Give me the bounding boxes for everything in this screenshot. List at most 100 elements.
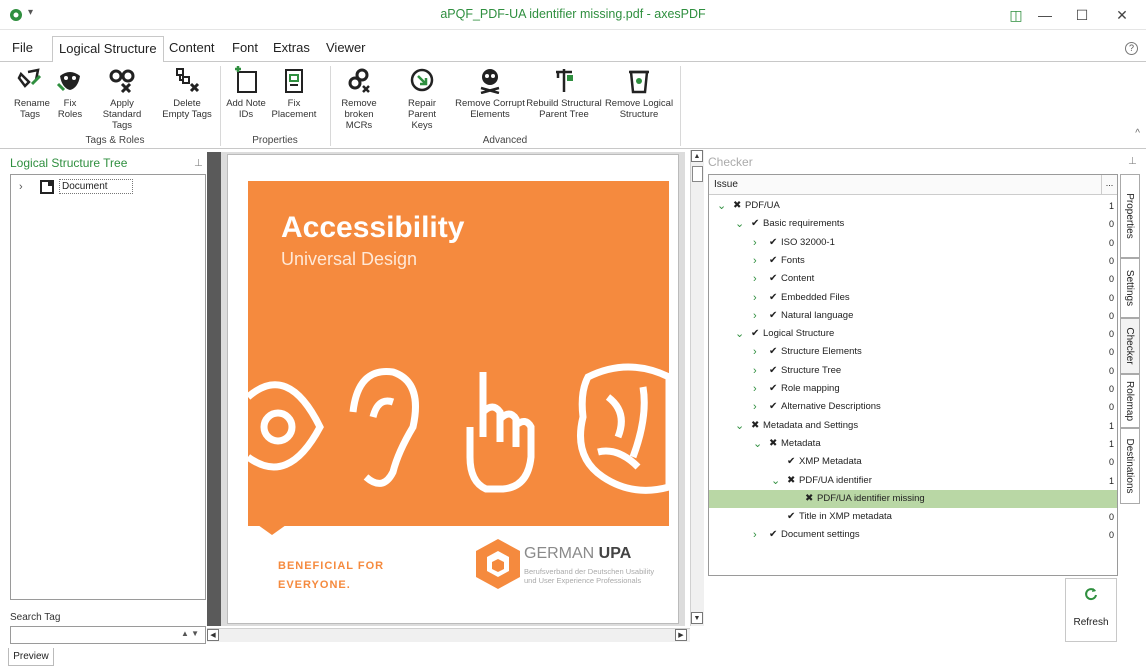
- search-tag-input[interactable]: ▲ ▼: [10, 626, 206, 644]
- chevron-down-icon[interactable]: ⌄: [717, 197, 726, 215]
- pass-check-icon: ✔: [769, 254, 778, 266]
- chevron-right-icon[interactable]: ›: [753, 234, 757, 252]
- chevron-down-icon[interactable]: ⌄: [735, 417, 744, 435]
- checker-row-count: 0: [1108, 457, 1114, 468]
- fail-cross-icon: ✖: [787, 474, 796, 486]
- group-advanced: Advanced: [482, 135, 528, 146]
- tab-content[interactable]: Content: [163, 36, 221, 62]
- maximize-button[interactable]: ☐: [1067, 4, 1097, 26]
- preview-tab[interactable]: Preview: [8, 648, 54, 666]
- checker-row[interactable]: › ✔ Role mapping 0: [709, 380, 1117, 398]
- chevron-right-icon[interactable]: ›: [753, 526, 757, 544]
- collapse-ribbon-button[interactable]: ^: [1135, 128, 1140, 139]
- checker-row[interactable]: ⌄ ✖ Metadata 1: [709, 435, 1117, 453]
- scroll-right-icon[interactable]: ▶: [675, 629, 687, 641]
- org-name: GERMAN UPA: [524, 545, 632, 562]
- checker-row[interactable]: ⌄ ✖ PDF/UA identifier 1: [709, 472, 1117, 490]
- chevron-right-icon[interactable]: ›: [753, 289, 757, 307]
- checker-row[interactable]: ⌄ ✖ Metadata and Settings 1: [709, 417, 1117, 435]
- tab-extras[interactable]: Extras: [267, 36, 316, 62]
- ribbon-display-icon[interactable]: ◫: [1001, 4, 1031, 26]
- pass-check-icon: ✔: [769, 529, 778, 541]
- chevron-right-icon[interactable]: ›: [753, 343, 757, 361]
- fix-placement-button[interactable]: Fix Placement: [270, 66, 318, 120]
- checker-row[interactable]: › ✔ Alternative Descriptions 0: [709, 398, 1117, 416]
- ear-icon: [349, 368, 419, 487]
- checker-row[interactable]: › ✔ Natural language 0: [709, 307, 1117, 325]
- ribbon-separator: [220, 66, 221, 146]
- checker-row[interactable]: › ✔ Content 0: [709, 270, 1117, 288]
- checker-row[interactable]: › ✔ Document settings 0: [709, 526, 1117, 544]
- preview-horizontal-scrollbar[interactable]: ◀ ▶: [207, 628, 690, 642]
- side-tab-checker[interactable]: Checker: [1120, 318, 1140, 374]
- eye-icon: [248, 381, 324, 471]
- checker-row-label: ISO 32000-1: [781, 236, 835, 248]
- column-menu-button[interactable]: ...: [1101, 175, 1117, 194]
- tab-viewer[interactable]: Viewer: [320, 36, 372, 62]
- search-arrows-icon[interactable]: ▲ ▼: [181, 629, 199, 638]
- cover-banner: Accessibility Universal Design: [248, 181, 669, 526]
- scroll-up-icon[interactable]: ▲: [691, 150, 703, 162]
- pass-check-icon: ✔: [769, 273, 778, 285]
- window-title: aPQF_PDF-UA identifier missing.pdf - axe…: [440, 7, 706, 21]
- chevron-right-icon[interactable]: ›: [753, 252, 757, 270]
- issue-column-header[interactable]: Issue ...: [709, 175, 1117, 195]
- checker-row[interactable]: ✖ PDF/UA identifier missing: [709, 489, 1117, 508]
- side-tab-destinations[interactable]: Destinations: [1120, 428, 1140, 504]
- checker-row-count: 1: [1108, 201, 1114, 211]
- rename-tags-button[interactable]: Rename Tags: [14, 66, 50, 120]
- chevron-right-icon[interactable]: ›: [19, 181, 23, 193]
- checker-row[interactable]: › ✔ Fonts 0: [709, 252, 1117, 270]
- add-note-ids-button[interactable]: Add Note IDs: [226, 66, 266, 120]
- help-icon[interactable]: ?: [1125, 42, 1138, 55]
- checker-row-count: 0: [1108, 384, 1114, 394]
- checker-row[interactable]: › ✔ ISO 32000-1 0: [709, 234, 1117, 252]
- side-tab-settings[interactable]: Settings: [1120, 258, 1140, 318]
- remove-logical-structure-button[interactable]: Remove Logical Structure: [604, 66, 674, 120]
- preview-vertical-scrollbar[interactable]: ▲ ▼: [690, 150, 704, 626]
- checker-row[interactable]: ✔ XMP Metadata 0: [709, 453, 1117, 471]
- repair-parent-keys-button[interactable]: Repair Parent Keys: [398, 66, 446, 131]
- refresh-button[interactable]: Refresh: [1065, 578, 1117, 642]
- pin-icon[interactable]: ⊥: [1128, 156, 1137, 167]
- chevron-down-icon[interactable]: ⌄: [771, 472, 780, 490]
- ribbon: Rename Tags Fix Roles Apply Standard Tag…: [0, 61, 1146, 149]
- pin-icon[interactable]: ⊥: [194, 158, 203, 169]
- chevron-right-icon[interactable]: ›: [753, 270, 757, 288]
- pass-check-icon: ✔: [769, 236, 778, 248]
- checker-row-count: 1: [1108, 420, 1114, 431]
- chevron-down-icon[interactable]: ⌄: [735, 215, 744, 233]
- chevron-right-icon[interactable]: ›: [753, 380, 757, 398]
- checker-row[interactable]: ⌄ ✔ Logical Structure 0: [709, 325, 1117, 343]
- tab-file[interactable]: File: [6, 36, 39, 62]
- chevron-down-icon[interactable]: ⌄: [753, 435, 762, 453]
- tab-logical-structure[interactable]: Logical Structure: [52, 36, 164, 62]
- pdf-page: Accessibility Universal Design BENEFICIA…: [227, 154, 679, 624]
- rebuild-parent-tree-button[interactable]: Rebuild Structural Parent Tree: [526, 66, 602, 120]
- remove-corrupt-elements-button[interactable]: Remove Corrupt Elements: [452, 66, 528, 120]
- checker-row[interactable]: › ✔ Structure Elements 0: [709, 343, 1117, 361]
- checker-row-label: PDF/UA identifier: [799, 474, 872, 486]
- scroll-down-icon[interactable]: ▼: [691, 612, 703, 624]
- fix-roles-button[interactable]: Fix Roles: [52, 66, 88, 120]
- checker-row[interactable]: ⌄ ✖ PDF/UA 1: [709, 197, 1117, 215]
- apply-standard-tags-button[interactable]: Apply Standard Tags: [96, 66, 148, 131]
- remove-broken-mcrs-button[interactable]: Remove broken MCRs: [336, 66, 382, 131]
- scroll-thumb[interactable]: [692, 166, 703, 182]
- minimize-button[interactable]: —: [1030, 4, 1060, 26]
- chevron-right-icon[interactable]: ›: [753, 307, 757, 325]
- side-tab-rolemap[interactable]: Rolemap: [1120, 374, 1140, 428]
- scroll-left-icon[interactable]: ◀: [207, 629, 219, 641]
- tab-font[interactable]: Font: [226, 36, 264, 62]
- checker-row[interactable]: › ✔ Structure Tree 0: [709, 362, 1117, 380]
- side-tab-properties[interactable]: Properties: [1120, 174, 1140, 258]
- chevron-down-icon[interactable]: ⌄: [735, 325, 744, 343]
- delete-empty-tags-button[interactable]: Delete Empty Tags: [162, 66, 212, 120]
- checker-row[interactable]: › ✔ Embedded Files 0: [709, 289, 1117, 307]
- panel-title: Logical Structure Tree: [10, 156, 128, 170]
- checker-row[interactable]: ⌄ ✔ Basic requirements 0: [709, 215, 1117, 233]
- checker-row[interactable]: ✔ Title in XMP metadata 0: [709, 508, 1117, 526]
- chevron-right-icon[interactable]: ›: [753, 362, 757, 380]
- close-button[interactable]: ✕: [1107, 4, 1137, 26]
- chevron-right-icon[interactable]: ›: [753, 398, 757, 416]
